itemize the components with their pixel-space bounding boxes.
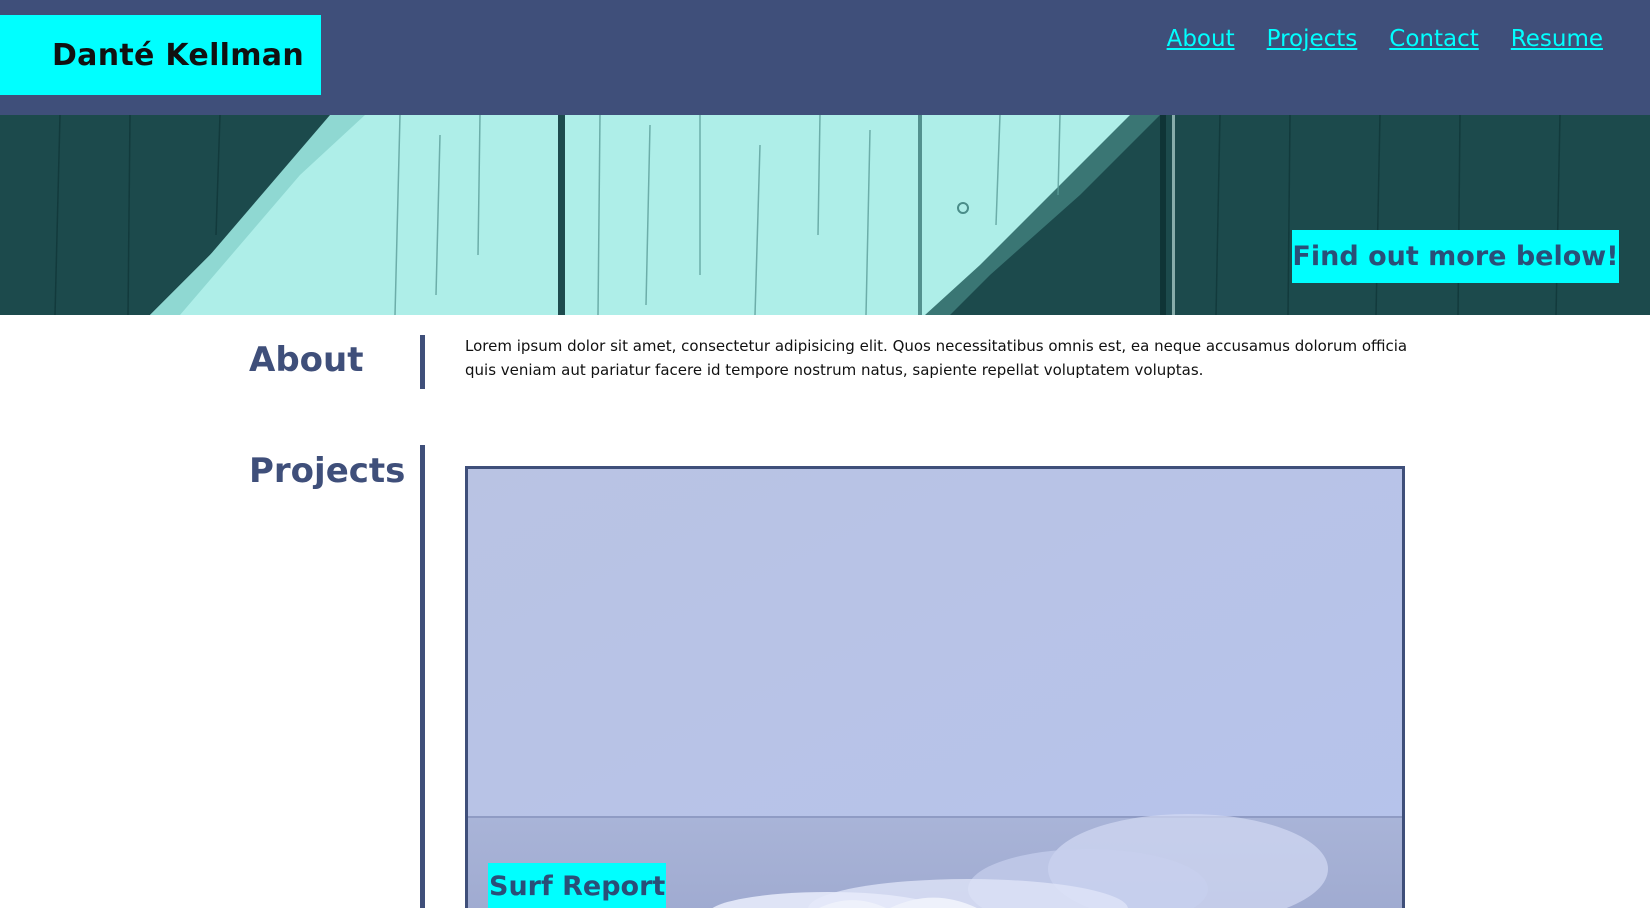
site-header: Danté Kellman About Projects Contact Res… bbox=[0, 0, 1650, 115]
brand-logo[interactable]: Danté Kellman bbox=[0, 15, 321, 95]
project-card-surf-report[interactable]: Surf Report bbox=[465, 466, 1405, 908]
project-title[interactable]: Surf Report bbox=[488, 863, 667, 908]
hero-background-image bbox=[0, 115, 1650, 315]
projects-section-title: Projects bbox=[249, 451, 406, 491]
main-nav: About Projects Contact Resume bbox=[1167, 26, 1603, 52]
about-section-divider bbox=[420, 335, 425, 389]
project-thumbnail-image bbox=[468, 469, 1402, 908]
brand-name: Danté Kellman bbox=[51, 37, 304, 73]
hero-banner: Find out more below! bbox=[0, 115, 1650, 315]
projects-section-divider bbox=[420, 445, 425, 908]
about-text: Lorem ipsum dolor sit amet, consectetur … bbox=[465, 337, 1408, 379]
nav-link-about[interactable]: About bbox=[1167, 26, 1235, 52]
about-section-title: About bbox=[249, 340, 364, 380]
nav-link-resume[interactable]: Resume bbox=[1511, 26, 1603, 52]
page: Danté Kellman About Projects Contact Res… bbox=[0, 0, 1650, 908]
hero-cta[interactable]: Find out more below! bbox=[1292, 230, 1619, 283]
nav-link-projects[interactable]: Projects bbox=[1267, 26, 1358, 52]
nav-link-contact[interactable]: Contact bbox=[1389, 26, 1478, 52]
